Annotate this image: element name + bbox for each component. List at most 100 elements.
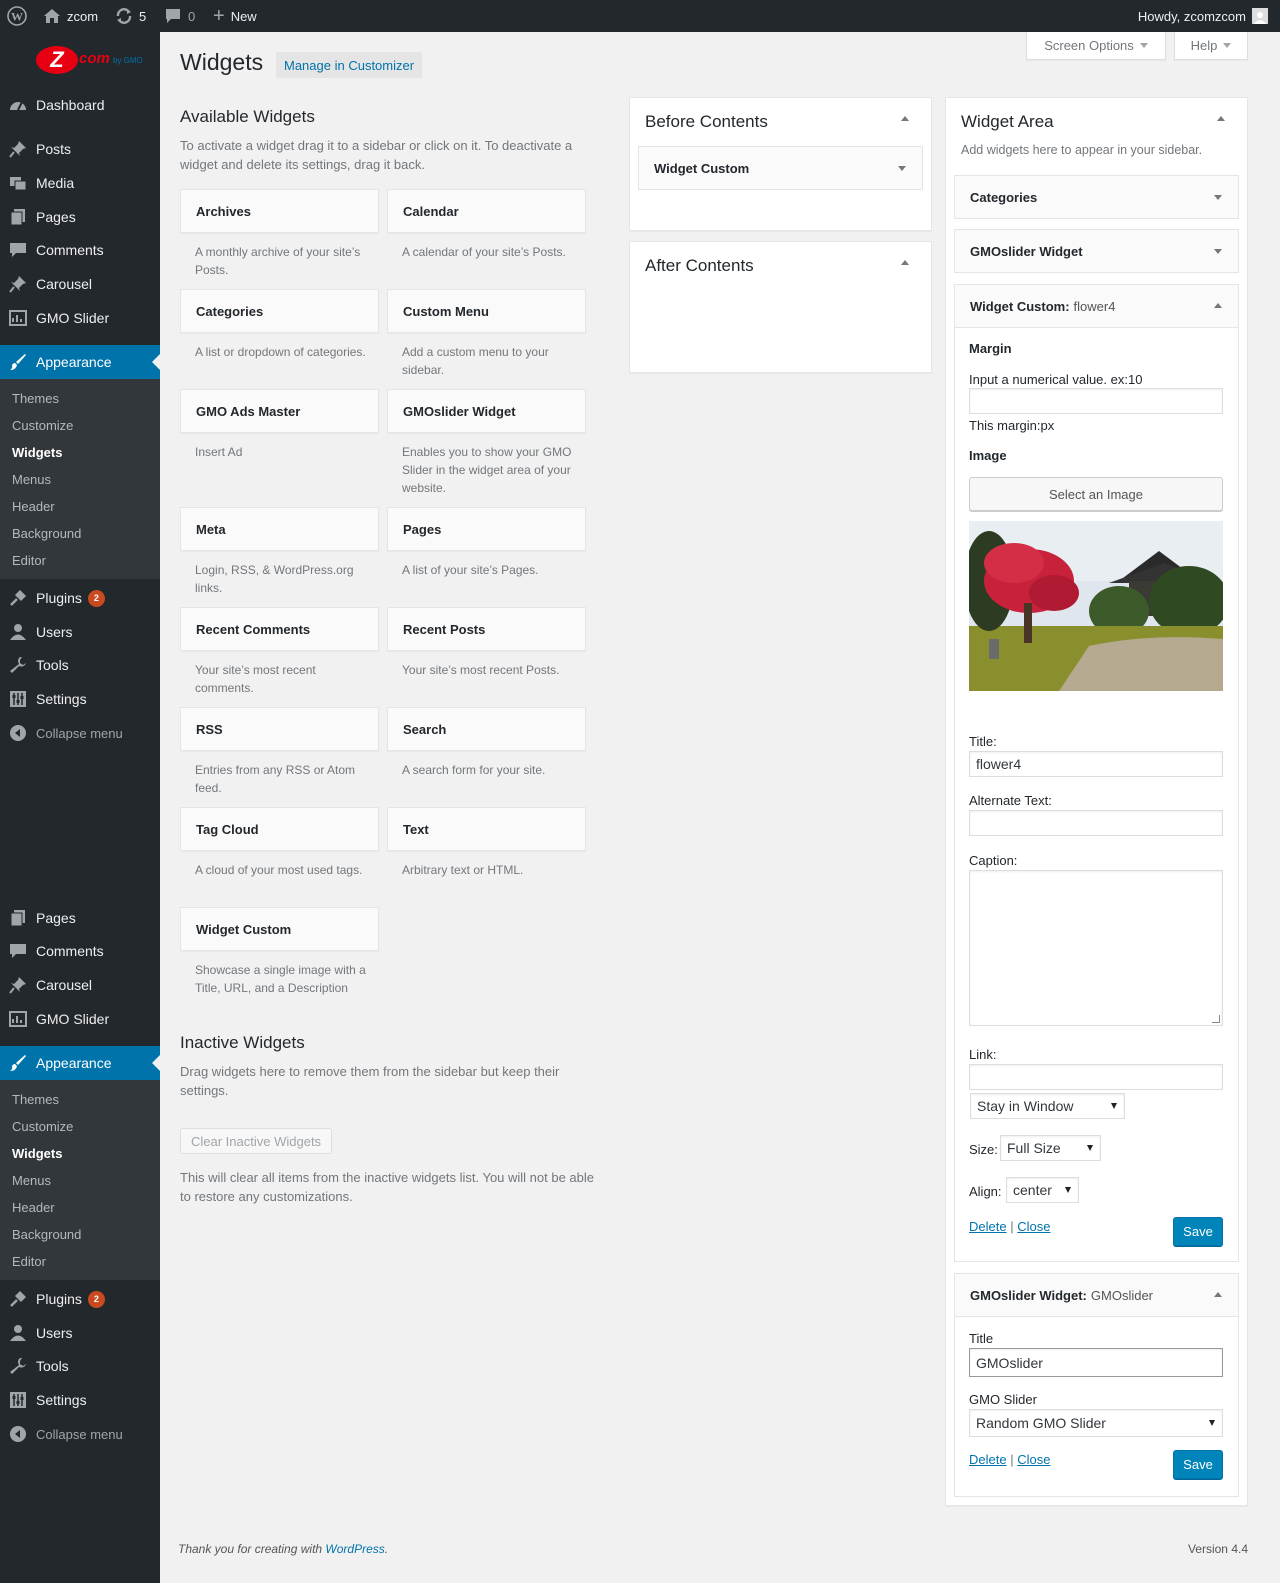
- gmoslider-title-input[interactable]: GMOslider: [969, 1348, 1223, 1377]
- resize-handle-icon[interactable]: [1212, 1015, 1220, 1023]
- wordpress-logo-icon[interactable]: W: [7, 0, 27, 32]
- wordpress-link[interactable]: WordPress: [325, 1542, 384, 1556]
- after-contents-title[interactable]: After Contents: [645, 256, 754, 276]
- menu-posts[interactable]: Posts: [0, 132, 160, 166]
- submenu-menus[interactable]: Menus: [12, 466, 51, 493]
- save-button[interactable]: Save: [1173, 1217, 1223, 1246]
- menu-dashboard[interactable]: Dashboard: [0, 88, 160, 122]
- menu-tools[interactable]: Tools: [0, 648, 160, 682]
- expand-arrow-icon[interactable]: [1214, 195, 1222, 200]
- menu-carousel-2[interactable]: Carousel: [0, 968, 160, 1002]
- widget-custom-header[interactable]: Widget Custom: flower4: [954, 284, 1239, 328]
- submenu-editor-2[interactable]: Editor: [12, 1248, 46, 1275]
- submenu-header-2[interactable]: Header: [12, 1194, 55, 1221]
- submenu-background-2[interactable]: Background: [12, 1221, 81, 1248]
- menu-pages[interactable]: Pages: [0, 200, 160, 234]
- submenu-widgets-2[interactable]: Widgets: [12, 1140, 62, 1167]
- before-contents-widget-custom[interactable]: Widget Custom: [638, 146, 923, 190]
- submenu-themes-2[interactable]: Themes: [12, 1086, 59, 1113]
- screen-options-button[interactable]: Screen Options: [1026, 32, 1166, 60]
- delete-link[interactable]: Delete: [969, 1452, 1007, 1467]
- widget-area-title[interactable]: Widget Area: [961, 112, 1054, 132]
- before-contents-title[interactable]: Before Contents: [645, 112, 768, 132]
- expand-arrow-icon[interactable]: [898, 166, 906, 171]
- widget-widget-custom[interactable]: Widget Custom: [180, 907, 379, 951]
- collapse-arrow-icon[interactable]: [901, 260, 909, 265]
- widget-custom-menu[interactable]: Custom Menu: [387, 289, 586, 333]
- widget-gmo-ads-master[interactable]: GMO Ads Master: [180, 389, 379, 433]
- size-select[interactable]: Full Size: [1000, 1135, 1101, 1161]
- updates-link[interactable]: 5: [115, 0, 146, 32]
- submenu-customize-2[interactable]: Customize: [12, 1113, 73, 1140]
- menu-tools-2[interactable]: Tools: [0, 1349, 160, 1383]
- margin-label: Margin: [969, 341, 1012, 356]
- alternate-text-input[interactable]: [969, 810, 1223, 836]
- menu-appearance[interactable]: Appearance: [0, 345, 160, 379]
- widget-recent-posts[interactable]: Recent Posts: [387, 607, 586, 651]
- delete-link[interactable]: Delete: [969, 1219, 1007, 1234]
- menu-comments-2[interactable]: Comments: [0, 934, 160, 968]
- select-image-button[interactable]: Select an Image: [969, 477, 1223, 511]
- collapse-arrow-icon[interactable]: [901, 116, 909, 121]
- collapse-arrow-icon[interactable]: [1217, 116, 1225, 121]
- submenu-widgets[interactable]: Widgets: [12, 439, 62, 466]
- caption-textarea[interactable]: [969, 870, 1223, 1026]
- menu-users[interactable]: Users: [0, 615, 160, 649]
- submenu-header[interactable]: Header: [12, 493, 55, 520]
- menu-pages-2[interactable]: Pages: [0, 901, 160, 935]
- site-name-link[interactable]: zcom: [43, 0, 98, 32]
- expand-arrow-icon[interactable]: [1214, 249, 1222, 254]
- save-button[interactable]: Save: [1173, 1450, 1223, 1479]
- link-input[interactable]: [969, 1064, 1223, 1090]
- link-target-select[interactable]: Stay in Window: [970, 1093, 1125, 1119]
- menu-plugins[interactable]: Plugins 2: [0, 581, 160, 615]
- menu-users-2[interactable]: Users: [0, 1316, 160, 1350]
- clear-inactive-widgets-button[interactable]: Clear Inactive Widgets: [180, 1128, 333, 1154]
- new-content-link[interactable]: + New: [213, 0, 257, 32]
- help-button[interactable]: Help: [1174, 32, 1248, 60]
- collapse-menu-button[interactable]: Collapse menu: [0, 716, 160, 750]
- menu-appearance-2[interactable]: Appearance: [0, 1046, 160, 1080]
- menu-plugins-2[interactable]: Plugins 2: [0, 1282, 160, 1316]
- submenu-editor[interactable]: Editor: [12, 547, 46, 574]
- menu-gmo-slider[interactable]: GMO Slider: [0, 301, 160, 335]
- slider-icon: [0, 309, 36, 327]
- zcom-logo[interactable]: Z com by GMO: [35, 44, 145, 76]
- menu-comments[interactable]: Comments: [0, 233, 160, 267]
- submenu-themes[interactable]: Themes: [12, 385, 59, 412]
- widget-search[interactable]: Search: [387, 707, 586, 751]
- widget-meta[interactable]: Meta: [180, 507, 379, 551]
- menu-carousel[interactable]: Carousel: [0, 267, 160, 301]
- menu-settings[interactable]: Settings: [0, 682, 160, 716]
- align-select[interactable]: center: [1006, 1177, 1079, 1203]
- comments-link[interactable]: 0: [164, 0, 195, 32]
- menu-settings-2[interactable]: Settings: [0, 1383, 160, 1417]
- collapse-arrow-icon[interactable]: [1214, 303, 1222, 308]
- widget-text[interactable]: Text: [387, 807, 586, 851]
- submenu-customize[interactable]: Customize: [12, 412, 73, 439]
- widget-area-gmoslider[interactable]: GMOslider Widget: [954, 229, 1239, 273]
- my-account-link[interactable]: Howdy, zcomzcom: [1138, 0, 1268, 32]
- close-link[interactable]: Close: [1017, 1452, 1050, 1467]
- close-link[interactable]: Close: [1017, 1219, 1050, 1234]
- submenu-background[interactable]: Background: [12, 520, 81, 547]
- collapse-menu-button-2[interactable]: Collapse menu: [0, 1417, 160, 1451]
- margin-input[interactable]: [969, 388, 1223, 414]
- widget-recent-comments[interactable]: Recent Comments: [180, 607, 379, 651]
- menu-media[interactable]: Media: [0, 166, 160, 200]
- submenu-menus-2[interactable]: Menus: [12, 1167, 51, 1194]
- collapse-arrow-icon[interactable]: [1214, 1292, 1222, 1297]
- widget-calendar[interactable]: Calendar: [387, 189, 586, 233]
- widget-area-categories[interactable]: Categories: [954, 175, 1239, 219]
- widget-rss[interactable]: RSS: [180, 707, 379, 751]
- widget-tag-cloud[interactable]: Tag Cloud: [180, 807, 379, 851]
- manage-in-customizer-button[interactable]: Manage in Customizer: [276, 52, 423, 78]
- menu-gmo-slider-2[interactable]: GMO Slider: [0, 1002, 160, 1036]
- widget-pages[interactable]: Pages: [387, 507, 586, 551]
- title-input[interactable]: flower4: [969, 751, 1223, 777]
- widget-categories[interactable]: Categories: [180, 289, 379, 333]
- gmoslider-header[interactable]: GMOslider Widget: GMOslider: [954, 1273, 1239, 1317]
- widget-archives[interactable]: Archives: [180, 189, 379, 233]
- widget-gmoslider[interactable]: GMOslider Widget: [387, 389, 586, 433]
- gmo-slider-select[interactable]: Random GMO Slider: [969, 1409, 1223, 1437]
